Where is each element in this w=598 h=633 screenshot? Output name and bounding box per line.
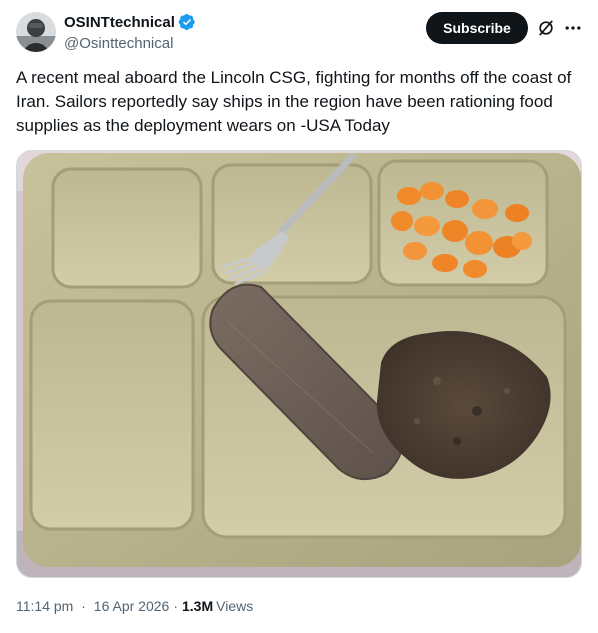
tweet-card: OSINTtechnical @Osinttechnical Subscribe…	[0, 0, 598, 633]
verified-badge-icon[interactable]	[178, 13, 196, 31]
avatar-image	[16, 12, 56, 52]
author-name[interactable]: OSINTtechnical	[64, 14, 175, 31]
subscribe-button[interactable]: Subscribe	[426, 12, 528, 44]
tweet-meta: 11:14 pm · 16 Apr 2026 · 1.3M Views	[16, 596, 253, 616]
tweet-photo[interactable]	[16, 150, 582, 578]
separator: ·	[173, 598, 178, 614]
grok-icon[interactable]	[534, 16, 558, 40]
tweet-time: 11:14 pm	[16, 598, 74, 614]
more-dots-icon[interactable]	[561, 16, 585, 40]
tweet-timestamp[interactable]: 11:14 pm · 16 Apr 2026	[16, 596, 169, 616]
meal-tray-photo-icon	[17, 151, 581, 577]
tweet-text: A recent meal aboard the Lincoln CSG, fi…	[16, 68, 572, 135]
author-name-row: OSINTtechnical	[64, 12, 196, 32]
author-info: OSINTtechnical @Osinttechnical	[64, 12, 196, 54]
author-handle[interactable]: @Osinttechnical	[64, 34, 196, 54]
views-label: Views	[216, 598, 254, 614]
tweet-date: 16 Apr 2026	[93, 598, 170, 614]
views-count: 1.3M	[181, 598, 214, 614]
separator: ·	[81, 598, 86, 614]
author-avatar[interactable]	[16, 12, 56, 52]
